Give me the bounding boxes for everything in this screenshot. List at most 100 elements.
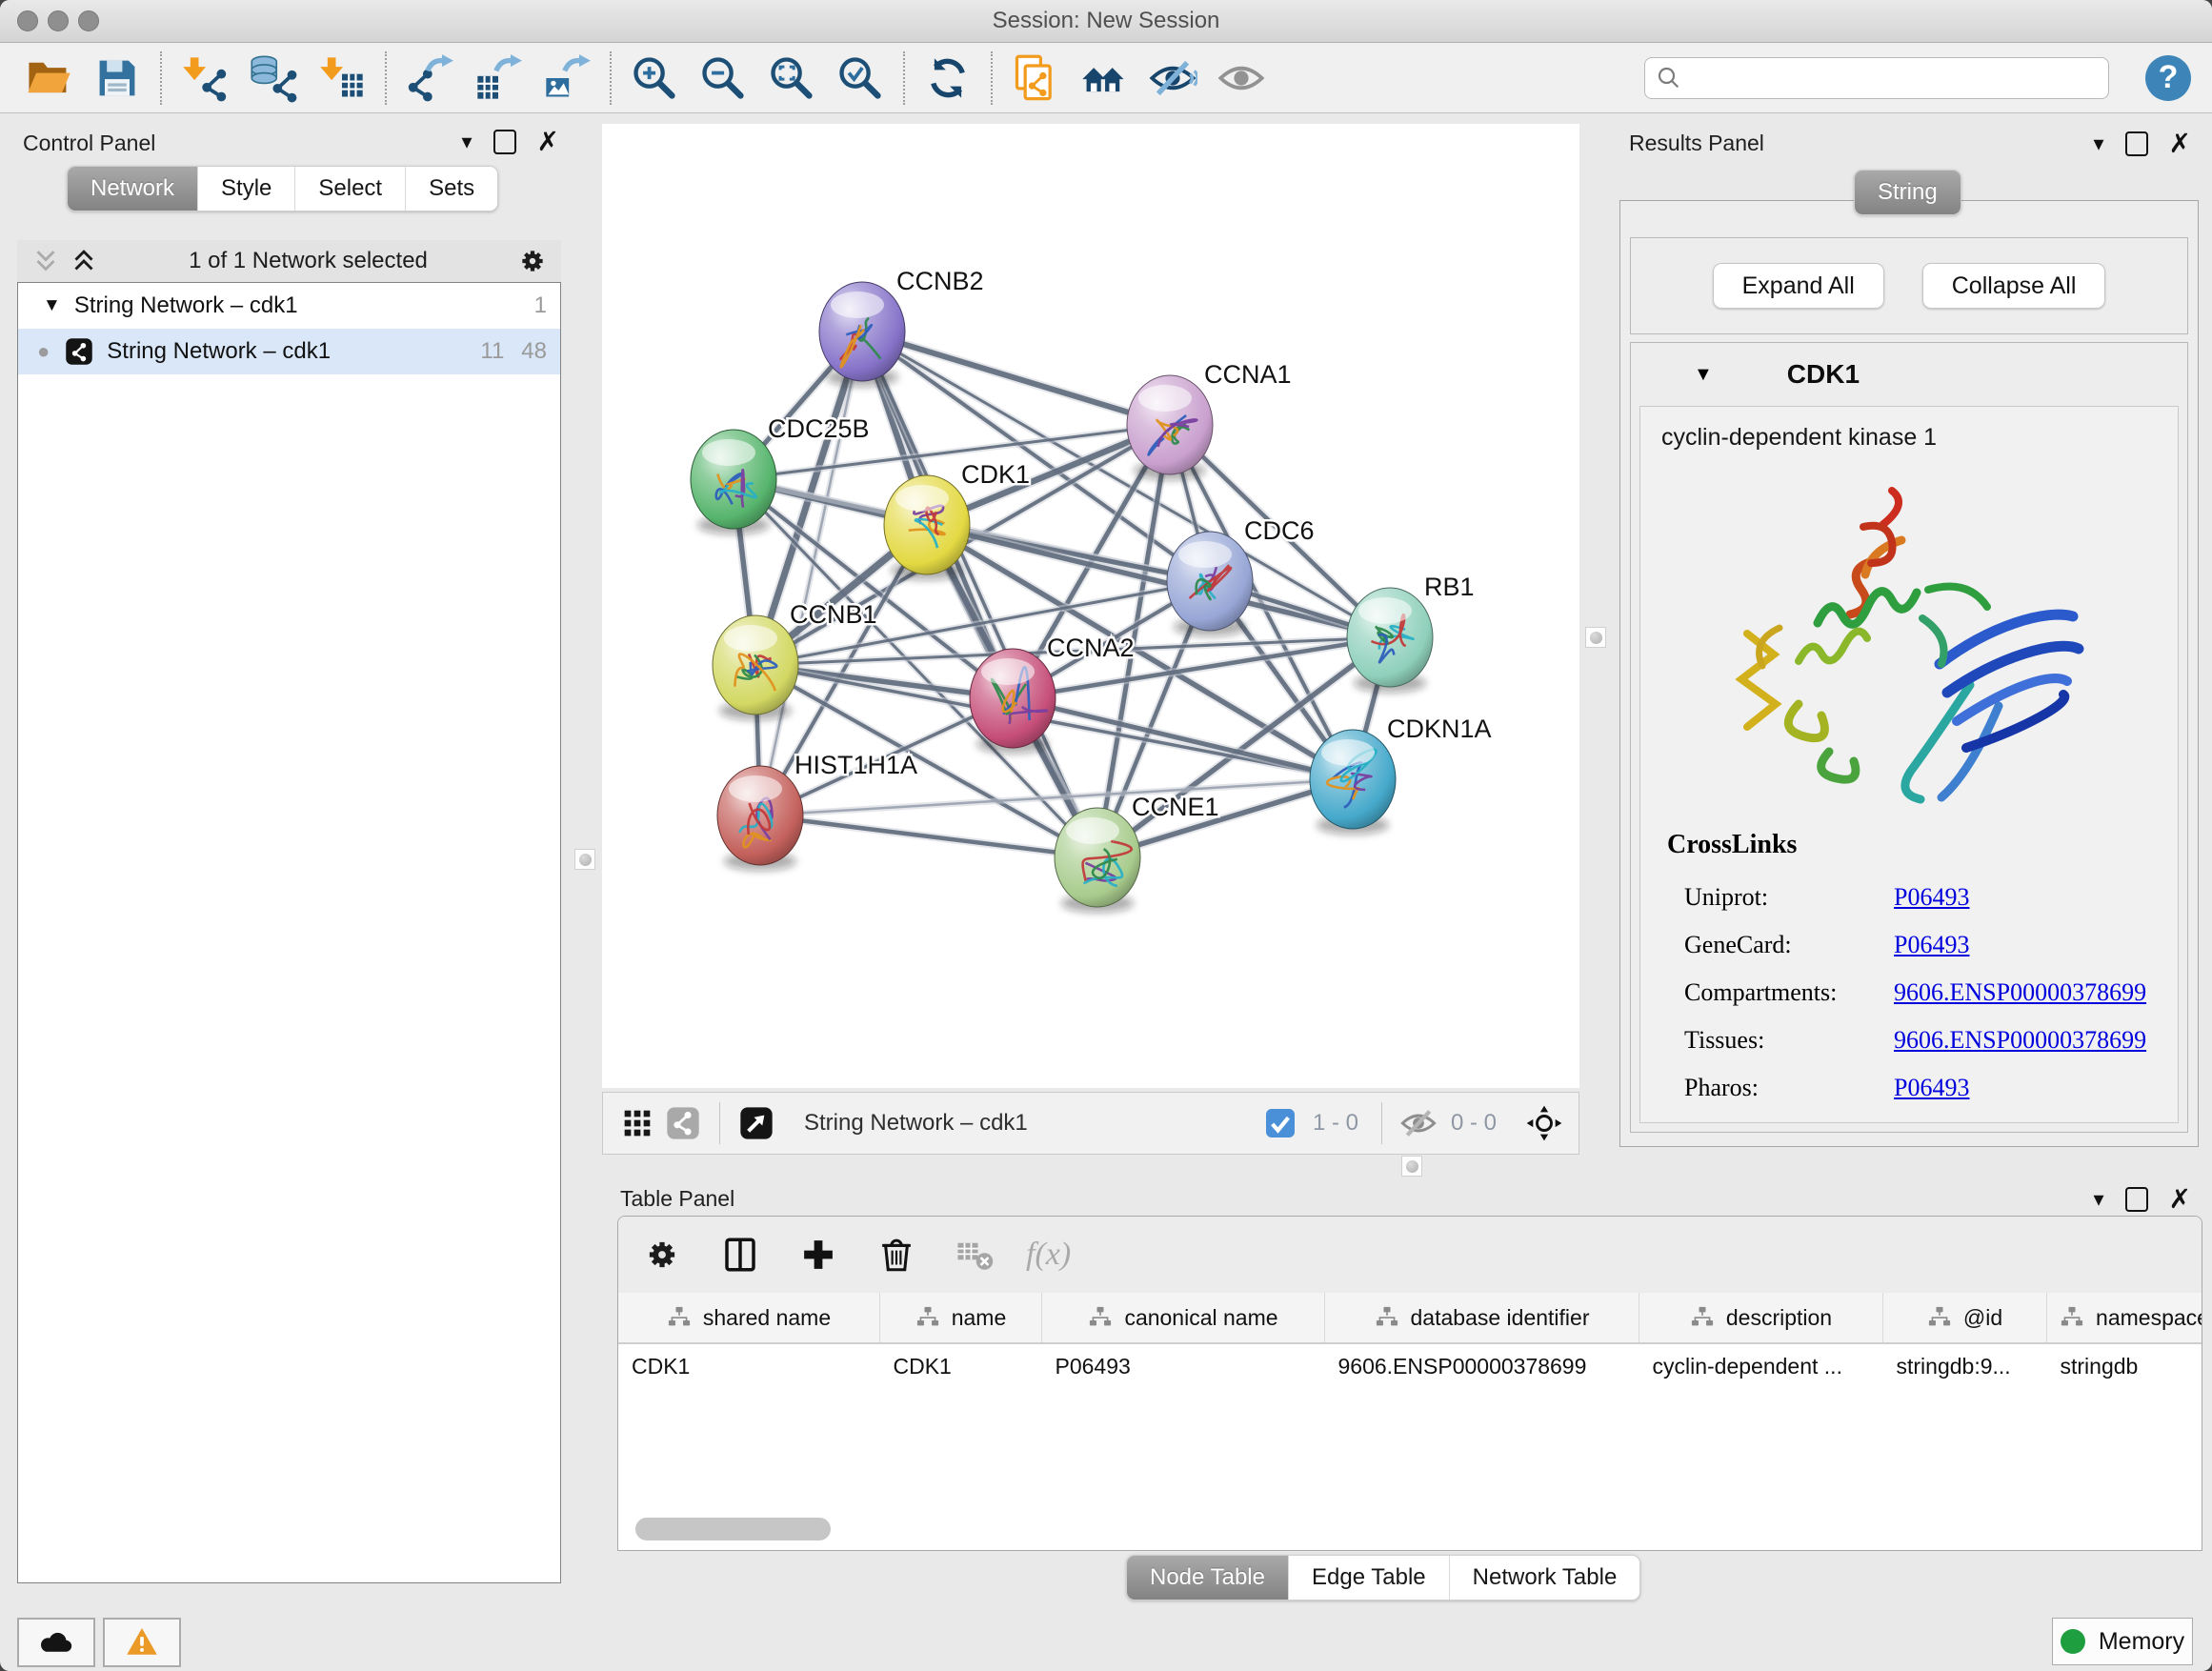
results-panel-close-icon[interactable]: ✗: [2169, 133, 2191, 154]
show-columns-icon[interactable]: [714, 1228, 767, 1281]
refresh-layout-button[interactable]: [920, 50, 975, 106]
tab-edge-table[interactable]: Edge Table: [1288, 1556, 1449, 1600]
horizontal-splitter-handle[interactable]: [1401, 1156, 1422, 1177]
zoom-in-button[interactable]: [627, 50, 682, 106]
network-edge-HIST1H1A-CCNE1[interactable]: [760, 815, 1097, 857]
table-cell[interactable]: stringdb:9...: [1883, 1343, 2047, 1388]
network-node-RB1[interactable]: RB1: [1347, 573, 1475, 693]
zoom-out-button[interactable]: [695, 50, 751, 106]
cloud-button[interactable]: [17, 1618, 95, 1667]
crosslink-link[interactable]: P06493: [1894, 931, 1969, 959]
table-panel-title: Table Panel: [620, 1186, 734, 1212]
tab-node-table[interactable]: Node Table: [1127, 1556, 1288, 1600]
network-edge-CCNB2-CCNA1[interactable]: [862, 332, 1170, 425]
birdseye-view-icon[interactable]: [734, 1100, 779, 1146]
divider: [1381, 1102, 1382, 1144]
tab-select[interactable]: Select: [294, 167, 405, 211]
memory-button[interactable]: Memory: [2052, 1618, 2193, 1665]
right-splitter-handle[interactable]: [1585, 627, 1606, 648]
main-toolbar: ?: [0, 43, 2212, 113]
network-node-CCNB2[interactable]: CCNB2: [819, 267, 984, 387]
column-header-id[interactable]: @id: [1883, 1293, 2047, 1343]
open-session-button[interactable]: [21, 50, 76, 106]
import-table-button[interactable]: [314, 50, 370, 106]
network-canvas[interactable]: CCNB2CCNA1CDC25BCDK1CDC6RB1CCNB1CCNA2CDK…: [602, 124, 1579, 1088]
network-edge-CCNB2-HIST1H1A[interactable]: [760, 332, 862, 815]
network-node-CDKN1A[interactable]: CDKN1A: [1310, 715, 1492, 835]
control-panel-close-icon[interactable]: ✗: [537, 131, 559, 152]
control-panel-menu-icon[interactable]: ▾: [461, 130, 472, 154]
table-panel-float-icon[interactable]: [2125, 1187, 2148, 1212]
expand-all-icon[interactable]: [65, 242, 103, 280]
tab-network[interactable]: Network: [68, 167, 197, 211]
table-settings-gear-icon[interactable]: [635, 1228, 689, 1281]
network-options-gear-icon[interactable]: [513, 242, 552, 280]
export-network-button[interactable]: [402, 50, 457, 106]
fit-crosshair-icon[interactable]: [1521, 1100, 1567, 1146]
column-header-description[interactable]: description: [1639, 1293, 1883, 1343]
table-cell[interactable]: CDK1: [880, 1343, 1042, 1388]
network-view-toolbar: String Network – cdk1 1 - 0 0 - 0: [602, 1092, 1579, 1155]
column-header-namespace[interactable]: namespace: [2047, 1293, 2203, 1343]
hidden-eye-slash-icon[interactable]: [1396, 1100, 1441, 1146]
crosslink-link[interactable]: 9606.ENSP00000378699: [1894, 978, 2146, 1007]
table-cell[interactable]: stringdb: [2047, 1343, 2203, 1388]
delete-column-icon[interactable]: [870, 1228, 923, 1281]
copy-network-button[interactable]: [1008, 50, 1063, 106]
node-label-CCNB1: CCNB1: [790, 600, 877, 629]
tab-string[interactable]: String: [1855, 171, 1961, 214]
table-panel-close-icon[interactable]: ✗: [2169, 1189, 2191, 1210]
help-button[interactable]: ?: [2145, 55, 2191, 101]
table-cell[interactable]: 9606.ENSP00000378699: [1325, 1343, 1639, 1388]
import-database-button[interactable]: [246, 50, 301, 106]
expand-all-button[interactable]: Expand All: [1713, 263, 1884, 309]
search-input[interactable]: [1689, 64, 2099, 92]
scrollbar-thumb[interactable]: [635, 1518, 831, 1540]
network-tree-row[interactable]: ●String Network – cdk11148: [18, 329, 560, 374]
home-button[interactable]: [1076, 50, 1132, 106]
crosslink-link[interactable]: P06493: [1894, 883, 1969, 912]
table-cell[interactable]: P06493: [1042, 1343, 1325, 1388]
network-tree: ▼String Network – cdk11●String Network –…: [17, 282, 561, 1583]
hide-panel-button[interactable]: [1145, 50, 1200, 106]
column-header-shared-name[interactable]: shared name: [618, 1293, 880, 1343]
warnings-button[interactable]: [103, 1618, 181, 1667]
left-splitter-handle[interactable]: [574, 849, 595, 870]
toolbar-separator: [991, 51, 993, 105]
results-panel-float-icon[interactable]: [2125, 131, 2148, 156]
table-cell[interactable]: cyclin-dependent ...: [1639, 1343, 1883, 1388]
zoom-selected-button[interactable]: [833, 50, 888, 106]
network-share-icon[interactable]: [660, 1100, 706, 1146]
results-panel-menu-icon[interactable]: ▾: [2093, 131, 2103, 156]
table-row[interactable]: CDK1CDK1P064939606.ENSP00000378699cyclin…: [618, 1343, 2202, 1388]
protein-section-header[interactable]: ▼ CDK1: [1631, 343, 2187, 406]
show-panel-button: [1214, 50, 1269, 106]
network-tree-row[interactable]: ▼String Network – cdk11: [18, 283, 560, 329]
save-session-button[interactable]: [90, 50, 145, 106]
crosslink-link[interactable]: 9606.ENSP00000378699: [1894, 1026, 2146, 1055]
export-table-button[interactable]: [471, 50, 526, 106]
column-tree-icon: [1690, 1305, 1715, 1330]
grid-view-icon[interactable]: [614, 1100, 660, 1146]
tree-expand-icon[interactable]: ▼: [43, 295, 61, 316]
collapse-all-button[interactable]: Collapse All: [1922, 263, 2106, 309]
tab-sets[interactable]: Sets: [405, 167, 497, 211]
search-box[interactable]: [1644, 57, 2109, 99]
column-header-database-identifier[interactable]: database identifier: [1325, 1293, 1639, 1343]
tab-network-table[interactable]: Network Table: [1449, 1556, 1640, 1600]
zoom-fit-button[interactable]: [764, 50, 819, 106]
column-header-canonical-name[interactable]: canonical name: [1042, 1293, 1325, 1343]
selected-checkbox-icon[interactable]: [1257, 1100, 1303, 1146]
import-network-button[interactable]: [177, 50, 232, 106]
add-column-icon[interactable]: [792, 1228, 845, 1281]
control-panel-float-icon[interactable]: [493, 130, 516, 154]
column-header-name[interactable]: name: [880, 1293, 1042, 1343]
crosslink-link[interactable]: P06493: [1894, 1074, 1969, 1102]
table-horizontal-scrollbar[interactable]: [635, 1518, 2202, 1540]
collapse-triangle-icon[interactable]: ▼: [1694, 364, 1713, 386]
export-image-button[interactable]: [539, 50, 594, 106]
tab-style[interactable]: Style: [197, 167, 294, 211]
collapse-all-icon[interactable]: [27, 242, 65, 280]
table-cell[interactable]: CDK1: [618, 1343, 880, 1388]
table-panel-menu-icon[interactable]: ▾: [2093, 1187, 2103, 1212]
